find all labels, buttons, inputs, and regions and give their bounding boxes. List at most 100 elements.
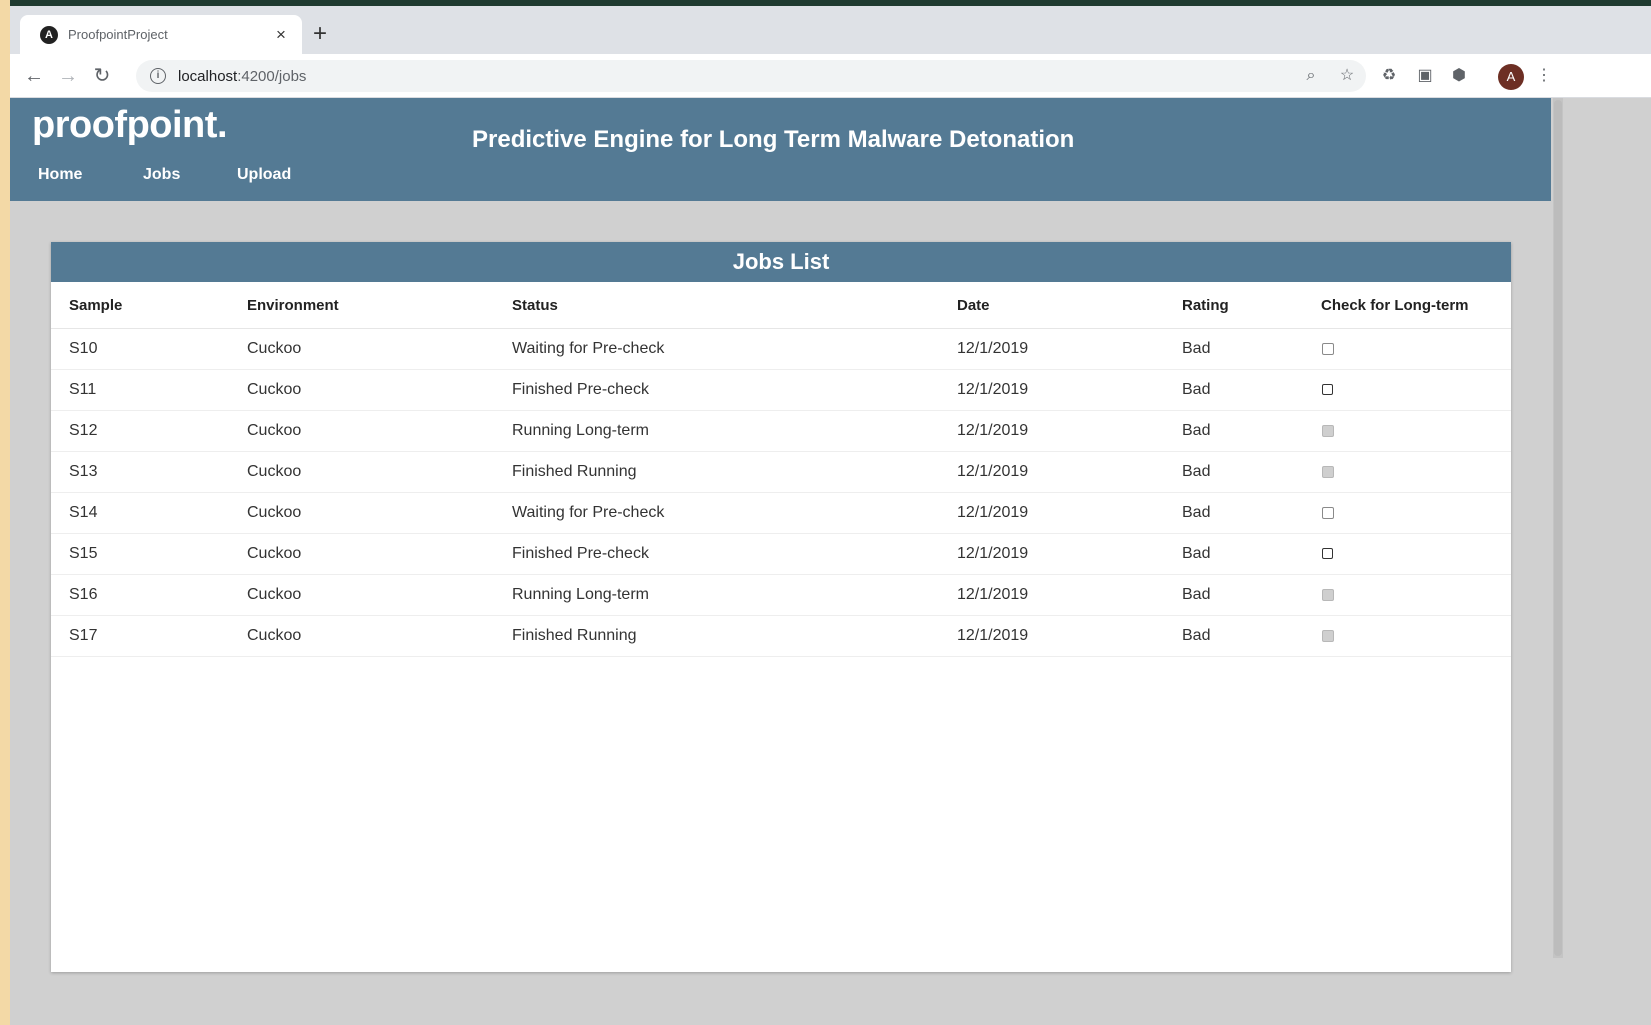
cell-rating: Bad: [1181, 451, 1320, 493]
cell-status: Waiting for Pre-check: [511, 492, 956, 534]
long-term-checkbox[interactable]: [1322, 506, 1334, 519]
url-text: localhost:4200/jobs: [178, 68, 306, 85]
cell-sample: S11: [51, 369, 246, 411]
cell-rating: Bad: [1181, 533, 1320, 575]
long-term-checkbox[interactable]: [1322, 548, 1333, 560]
long-term-checkbox: [1322, 465, 1334, 478]
cell-rating: Bad: [1181, 328, 1320, 370]
cell-date: 12/1/2019: [956, 451, 1181, 493]
column-header-date: Date: [956, 282, 1181, 329]
table-row: S14 Cuckoo Waiting for Pre-check 12/1/20…: [51, 492, 1511, 534]
cell-status: Waiting for Pre-check: [511, 328, 956, 370]
info-icon[interactable]: i: [150, 68, 166, 84]
table-row: S12 Cuckoo Running Long-term 12/1/2019 B…: [51, 410, 1511, 452]
page-content: proofpoint. Predictive Engine for Long T…: [10, 98, 1651, 1025]
cell-check: [1320, 328, 1511, 370]
url-path: :4200/jobs: [237, 67, 307, 85]
cell-rating: Bad: [1181, 615, 1320, 657]
extension-icon[interactable]: ▣: [1414, 65, 1436, 87]
cell-environment: Cuckoo: [246, 533, 511, 575]
cell-status: Running Long-term: [511, 410, 956, 452]
jobs-table: Sample Environment Status Date Rating Ch…: [51, 282, 1511, 657]
column-header-check-long-term: Check for Long-term: [1320, 282, 1511, 329]
browser-window: A ProofpointProject × + ← → ↻ i localhos…: [10, 6, 1651, 1025]
jobs-card: Jobs List Sample Environment Status Date…: [51, 242, 1511, 972]
cell-environment: Cuckoo: [246, 410, 511, 452]
close-tab-icon[interactable]: ×: [270, 24, 292, 46]
cell-status: Finished Pre-check: [511, 533, 956, 575]
column-header-environment: Environment: [246, 282, 511, 329]
cell-environment: Cuckoo: [246, 492, 511, 534]
cell-sample: S14: [51, 492, 246, 534]
cell-check: [1320, 451, 1511, 493]
long-term-checkbox[interactable]: [1322, 342, 1334, 355]
cell-date: 12/1/2019: [956, 574, 1181, 616]
app-header: proofpoint. Predictive Engine for Long T…: [10, 98, 1551, 201]
cell-environment: Cuckoo: [246, 615, 511, 657]
cell-check: [1320, 369, 1511, 411]
nav-link-jobs[interactable]: Jobs: [143, 166, 180, 184]
cell-sample: S12: [51, 410, 246, 452]
cell-check: [1320, 492, 1511, 534]
cell-check: [1320, 533, 1511, 575]
table-row: S11 Cuckoo Finished Pre-check 12/1/2019 …: [51, 369, 1511, 411]
nav-link-upload[interactable]: Upload: [237, 166, 291, 184]
long-term-checkbox[interactable]: [1322, 384, 1333, 396]
page-scrollbar-thumb[interactable]: [1554, 100, 1562, 956]
more-menu-icon[interactable]: ⋮: [1533, 65, 1555, 87]
bookmark-star-icon[interactable]: ☆: [1336, 65, 1358, 87]
table-row: S10 Cuckoo Waiting for Pre-check 12/1/20…: [51, 328, 1511, 370]
cell-status: Finished Running: [511, 451, 956, 493]
zoom-icon[interactable]: ⌕: [1300, 65, 1322, 87]
table-header-row: Sample Environment Status Date Rating Ch…: [51, 282, 1511, 329]
cell-sample: S17: [51, 615, 246, 657]
tab-proofpoint-project[interactable]: A ProofpointProject ×: [20, 15, 302, 54]
forward-arrow-icon[interactable]: →: [54, 62, 82, 90]
cell-check: [1320, 410, 1511, 452]
column-header-rating: Rating: [1181, 282, 1320, 329]
tab-title: ProofpointProject: [68, 27, 168, 42]
cell-status: Finished Running: [511, 615, 956, 657]
address-bar[interactable]: i localhost:4200/jobs: [136, 60, 1366, 92]
shield-extension-icon[interactable]: ⬢: [1448, 65, 1470, 87]
cell-date: 12/1/2019: [956, 369, 1181, 411]
cell-sample: S15: [51, 533, 246, 575]
long-term-checkbox: [1322, 629, 1334, 642]
page-title: Predictive Engine for Long Term Malware …: [472, 126, 1075, 153]
cell-environment: Cuckoo: [246, 369, 511, 411]
nav-link-home[interactable]: Home: [38, 166, 82, 184]
table-row: S13 Cuckoo Finished Running 12/1/2019 Ba…: [51, 451, 1511, 493]
long-term-checkbox: [1322, 424, 1334, 437]
desktop-left-edge: [0, 0, 10, 1025]
table-row: S17 Cuckoo Finished Running 12/1/2019 Ba…: [51, 615, 1511, 657]
column-header-sample: Sample: [51, 282, 246, 329]
angular-icon: A: [40, 25, 58, 44]
proofpoint-logo[interactable]: proofpoint.: [32, 104, 228, 147]
jobs-list-heading: Jobs List: [51, 242, 1511, 282]
url-host: localhost: [178, 67, 238, 85]
cell-rating: Bad: [1181, 574, 1320, 616]
profile-avatar-icon[interactable]: A: [1498, 64, 1524, 90]
cell-environment: Cuckoo: [246, 574, 511, 616]
recycle-extension-icon[interactable]: ♻: [1378, 65, 1400, 87]
cell-rating: Bad: [1181, 369, 1320, 411]
cell-date: 12/1/2019: [956, 492, 1181, 534]
reload-icon[interactable]: ↻: [88, 62, 116, 90]
cell-rating: Bad: [1181, 410, 1320, 452]
jobs-table-body: S10 Cuckoo Waiting for Pre-check 12/1/20…: [51, 328, 1511, 657]
cell-sample: S10: [51, 328, 246, 370]
tab-strip: A ProofpointProject × +: [10, 6, 1651, 54]
new-tab-icon[interactable]: +: [306, 20, 334, 48]
cell-status: Running Long-term: [511, 574, 956, 616]
cell-date: 12/1/2019: [956, 615, 1181, 657]
cell-environment: Cuckoo: [246, 451, 511, 493]
table-row: S16 Cuckoo Running Long-term 12/1/2019 B…: [51, 574, 1511, 616]
cell-sample: S13: [51, 451, 246, 493]
long-term-checkbox: [1322, 588, 1334, 601]
cell-rating: Bad: [1181, 492, 1320, 534]
logo-dot: .: [216, 104, 228, 146]
cell-check: [1320, 615, 1511, 657]
column-header-status: Status: [511, 282, 956, 329]
back-arrow-icon[interactable]: ←: [20, 62, 48, 90]
cell-date: 12/1/2019: [956, 328, 1181, 370]
